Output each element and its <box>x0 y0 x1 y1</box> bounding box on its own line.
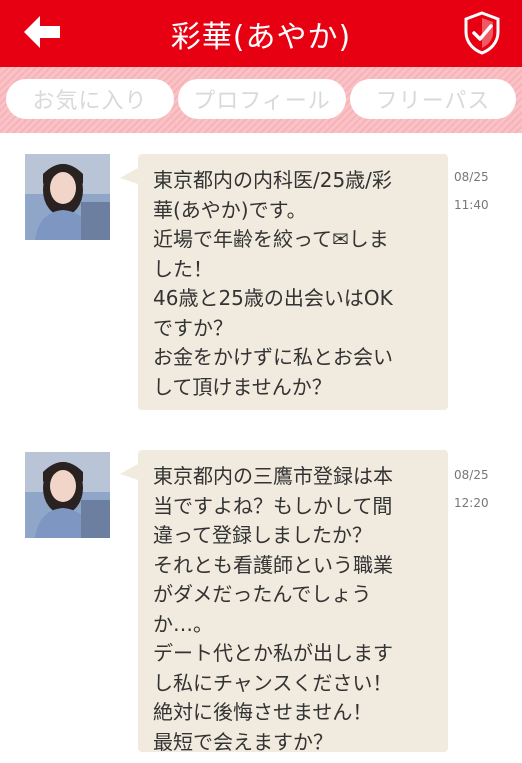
tab-bar: お気に入り プロフィール フリーパス <box>0 67 522 133</box>
message-bubble: 東京都内の内科医/25歳/彩 華(あやか)です。 近場で年齢を絞って✉しま した… <box>120 154 448 410</box>
message-timestamp: 08/25 12:20 <box>454 454 489 524</box>
message-date: 08/25 <box>454 468 489 482</box>
shield-check-icon <box>464 11 500 55</box>
arrow-left-icon <box>24 16 60 48</box>
message-item: 東京都内の三鷹市登録は本 当ですよね？もしかして間 違って登録しましたか？ それ… <box>0 450 522 755</box>
header-bar: 彩華(あやか) <box>0 0 522 67</box>
security-button[interactable] <box>462 10 502 56</box>
avatar-photo <box>25 452 110 538</box>
message-time: 12:20 <box>454 496 489 510</box>
message-bubble: 東京都内の三鷹市登録は本 当ですよね？もしかして間 違って登録しましたか？ それ… <box>120 450 448 754</box>
message-date: 08/25 <box>454 170 489 184</box>
avatar[interactable] <box>25 452 110 538</box>
tab-free-pass[interactable]: フリーパス <box>350 79 516 119</box>
tab-profile[interactable]: プロフィール <box>178 79 346 119</box>
page-title: 彩華(あやか) <box>170 19 352 55</box>
message-item: 東京都内の内科医/25歳/彩 華(あやか)です。 近場で年齢を絞って✉しま した… <box>0 152 522 412</box>
message-timestamp: 08/25 11:40 <box>454 156 489 226</box>
tab-favorites[interactable]: お気に入り <box>6 79 174 119</box>
message-time: 11:40 <box>454 198 489 212</box>
avatar-photo <box>25 154 110 240</box>
back-button[interactable] <box>20 12 64 52</box>
avatar[interactable] <box>25 154 110 240</box>
